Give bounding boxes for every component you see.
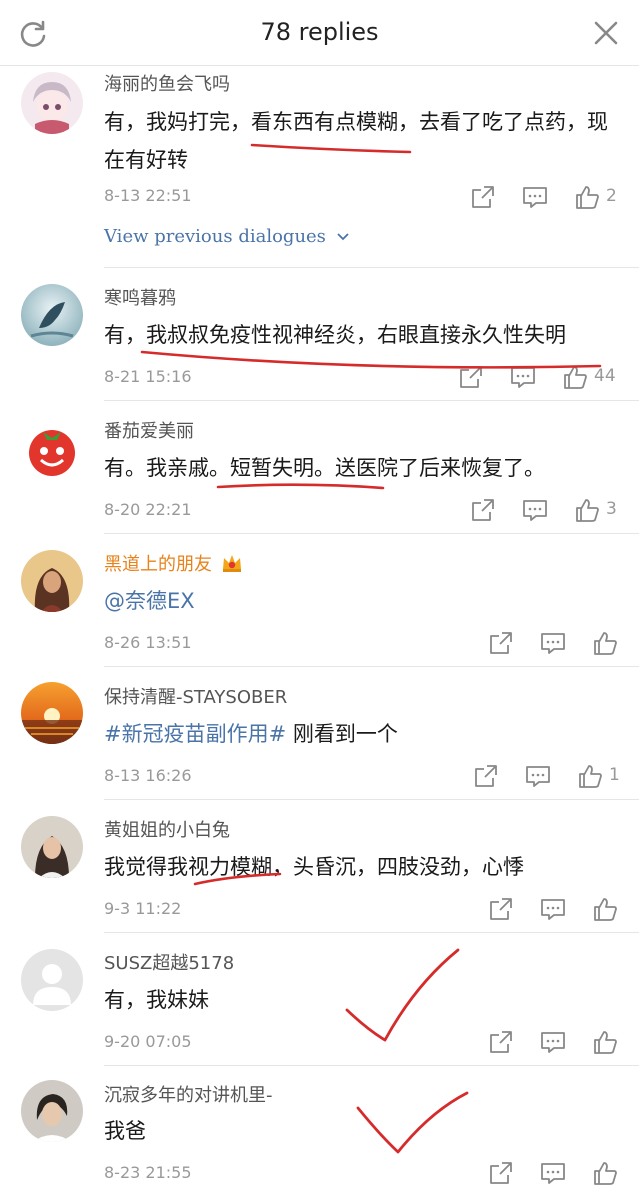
view-previous-label: View previous dialogues	[104, 226, 326, 247]
share-icon[interactable]	[473, 763, 499, 789]
share-icon[interactable]	[488, 630, 514, 656]
comment-item: 海丽的鱼会飞吗 有，我妈打完，看东西有点模糊，去看了吃了点药，现在有好转 8-1…	[0, 66, 639, 268]
like-icon[interactable]	[574, 184, 600, 210]
timestamp: 9-3 11:22	[104, 899, 182, 918]
avatar[interactable]	[21, 418, 83, 480]
username[interactable]: 黄姐姐的小白兔	[104, 816, 230, 842]
comment-text: @奈德EX	[104, 582, 624, 620]
timestamp: 8-21 15:16	[104, 367, 192, 386]
like-count: 1	[609, 765, 620, 785]
comment-icon[interactable]	[540, 630, 566, 656]
like-icon[interactable]	[574, 497, 600, 523]
comment-icon[interactable]	[540, 1160, 566, 1186]
comment-item: 寒鸣暮鸦 有，我叔叔免疫性视神经炎，右眼直接永久性失明 8-21 15:16 4…	[0, 268, 639, 401]
comment-actions: 3	[470, 497, 630, 527]
timestamp: 9-20 07:05	[104, 1032, 192, 1051]
avatar[interactable]	[21, 72, 83, 134]
comment-actions: 2	[470, 184, 630, 214]
comment-text: 我爸	[104, 1119, 146, 1143]
comment-text: 有，我妈打完，看东西有点模糊，去看了吃了点药，现在有好转	[104, 110, 608, 172]
share-icon[interactable]	[458, 364, 484, 390]
share-icon[interactable]	[488, 1160, 514, 1186]
comment-icon[interactable]	[540, 896, 566, 922]
comment-icon[interactable]	[522, 184, 548, 210]
comment-icon[interactable]	[510, 364, 536, 390]
username[interactable]: 沉寂多年的对讲机里-	[104, 1081, 273, 1107]
avatar[interactable]	[21, 284, 83, 346]
comment-actions	[488, 896, 628, 926]
like-count: 44	[594, 366, 616, 386]
username[interactable]: SUSZ超越5178	[104, 949, 234, 975]
comment-text: #新冠疫苗副作用# 刚看到一个	[104, 715, 624, 753]
avatar[interactable]	[21, 949, 83, 1011]
comment-actions	[488, 1160, 628, 1190]
username[interactable]: 保持清醒-STAYSOBER	[104, 683, 287, 709]
like-icon[interactable]	[562, 364, 588, 390]
timestamp: 8-23 21:55	[104, 1163, 192, 1182]
username[interactable]: 海丽的鱼会飞吗	[104, 70, 230, 96]
timestamp: 8-26 13:51	[104, 633, 192, 652]
hashtag-link[interactable]: #新冠疫苗副作用#	[104, 722, 286, 746]
share-icon[interactable]	[488, 1029, 514, 1055]
timestamp: 8-13 22:51	[104, 186, 192, 205]
like-icon[interactable]	[592, 1160, 618, 1186]
like-icon[interactable]	[592, 1029, 618, 1055]
like-count: 2	[606, 186, 617, 206]
username[interactable]: 寒鸣暮鸦	[104, 284, 176, 310]
crown-badge-icon	[222, 555, 241, 572]
timestamp: 8-13 16:26	[104, 766, 192, 785]
comment-actions: 1	[473, 763, 630, 793]
comment-icon[interactable]	[540, 1029, 566, 1055]
avatar[interactable]	[21, 816, 83, 878]
comment-text: 有，我叔叔免疫性视神经炎，右眼直接永久性失明	[104, 323, 566, 347]
comment-item: SUSZ超越5178 有，我妹妹 9-20 07:05	[0, 933, 639, 1066]
close-icon[interactable]	[593, 20, 619, 46]
share-icon[interactable]	[470, 497, 496, 523]
like-count: 3	[606, 499, 617, 519]
share-icon[interactable]	[470, 184, 496, 210]
like-icon[interactable]	[577, 763, 603, 789]
avatar[interactable]	[21, 1080, 83, 1142]
replies-title: 78 replies	[260, 18, 379, 46]
comment-icon[interactable]	[522, 497, 548, 523]
like-icon[interactable]	[592, 896, 618, 922]
top-bar: 78 replies	[0, 0, 639, 66]
like-icon[interactable]	[592, 630, 618, 656]
avatar[interactable]	[21, 682, 83, 744]
username-label: 黑道上的朋友	[104, 554, 212, 575]
chevron-down-icon	[337, 233, 349, 241]
view-previous-dialogues-link[interactable]: View previous dialogues	[104, 226, 350, 247]
comment-item: 番茄爱美丽 有。我亲戚。短暂失明。送医院了后来恢复了。 8-20 22:21 3	[0, 401, 639, 534]
avatar[interactable]	[21, 550, 83, 612]
comment-item: 黑道上的朋友 @奈德EX 8-26 13:51	[0, 534, 639, 667]
timestamp: 8-20 22:21	[104, 500, 192, 519]
comment-actions	[488, 630, 628, 660]
comment-text: 我觉得我视力模糊，头昏沉，四肢没劲，心悸	[104, 855, 524, 879]
comment-text-tail: 刚看到一个	[286, 722, 398, 746]
mention-link[interactable]: @奈德EX	[104, 589, 195, 613]
share-icon[interactable]	[488, 896, 514, 922]
username[interactable]: 番茄爱美丽	[104, 417, 194, 443]
comment-actions: 44	[458, 364, 628, 394]
username[interactable]: 黑道上的朋友	[104, 550, 243, 576]
comment-text: 有，我妹妹	[104, 988, 209, 1012]
comment-item: 保持清醒-STAYSOBER #新冠疫苗副作用# 刚看到一个 8-13 16:2…	[0, 667, 639, 800]
comment-icon[interactable]	[525, 763, 551, 789]
comment-item: 黄姐姐的小白兔 我觉得我视力模糊，头昏沉，四肢没劲，心悸 9-3 11:22	[0, 800, 639, 933]
comment-text: 有。我亲戚。短暂失明。送医院了后来恢复了。	[104, 456, 545, 480]
comment-actions	[488, 1029, 628, 1059]
comment-item: 沉寂多年的对讲机里- 我爸 8-23 21:55	[0, 1066, 639, 1200]
